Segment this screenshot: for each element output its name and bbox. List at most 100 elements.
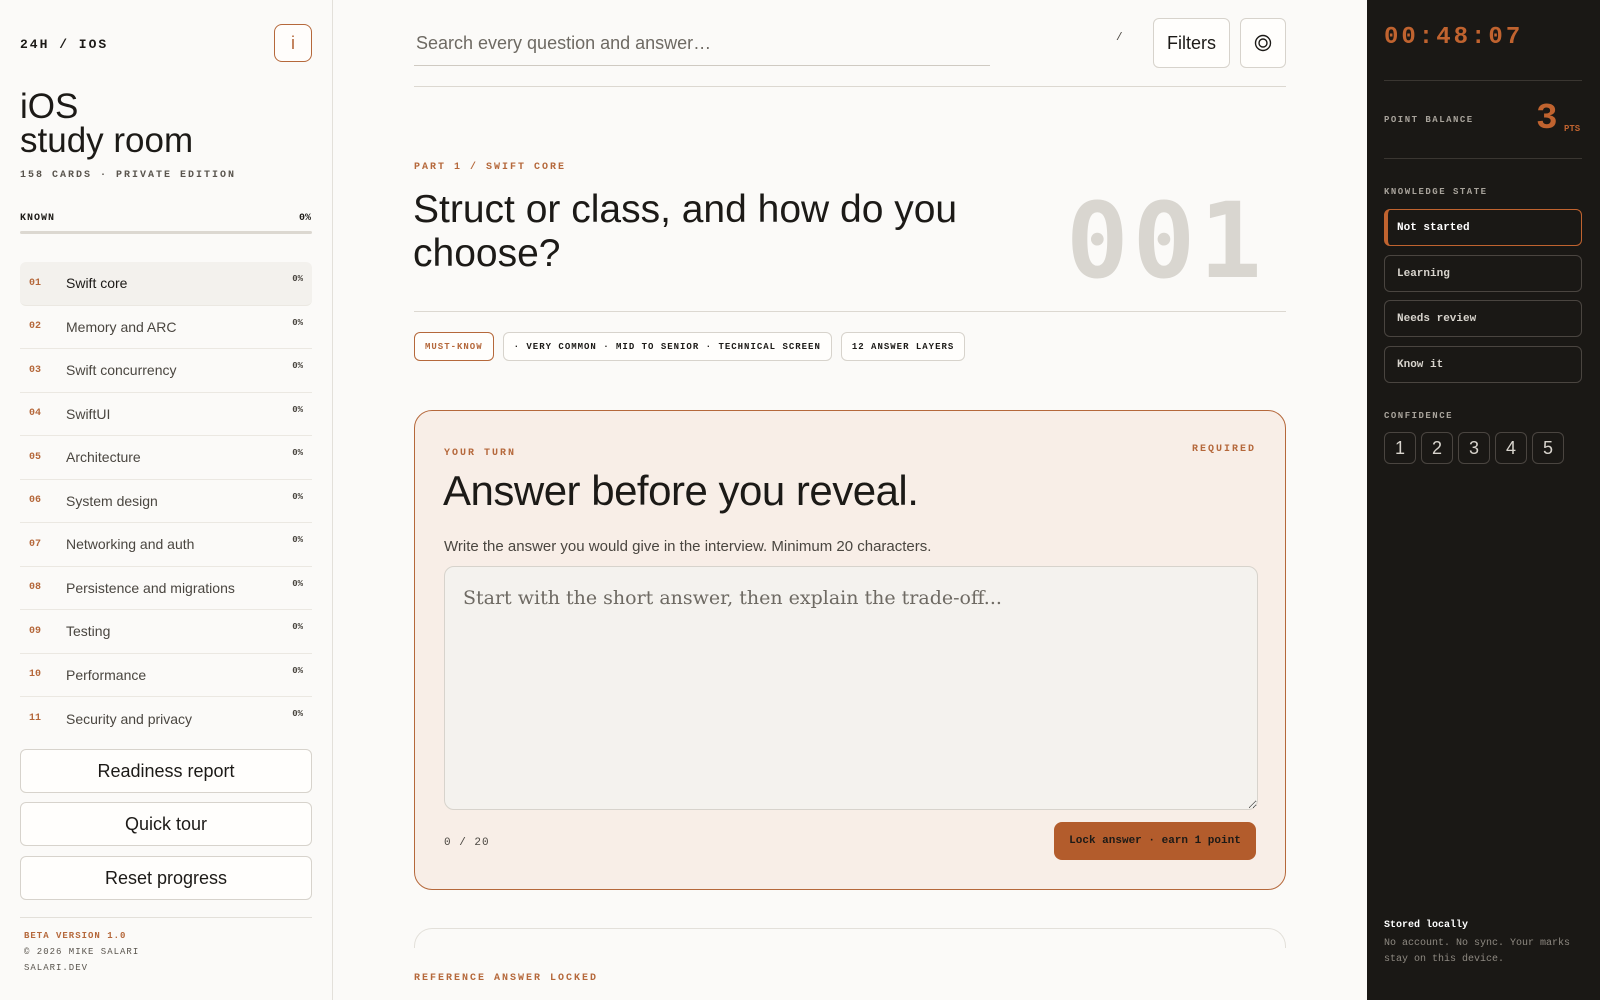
topic-item-testing[interactable]: 09 Testing 0% <box>20 610 312 654</box>
topic-item-performance[interactable]: 10 Performance 0% <box>20 654 312 697</box>
question-divider <box>414 311 1286 312</box>
answer-layers-badge: 12 ANSWER LAYERS <box>840 332 966 361</box>
known-label: KNOWN <box>20 213 56 224</box>
confidence-5-button[interactable]: 5 <box>1532 432 1564 464</box>
question-number: 001 <box>1066 180 1266 302</box>
topic-label: Networking and auth <box>66 536 195 553</box>
topic-label: Testing <box>66 623 111 640</box>
version-label: BETA VERSION 1.0 <box>24 931 127 941</box>
question-title: Struct or class, and how do you choose? <box>413 188 958 275</box>
topic-percent: 0% <box>292 317 303 328</box>
topic-item-persistence[interactable]: 08 Persistence and migrations 0% <box>20 567 312 610</box>
main-content: / Filters PART 1 / SWIFT CORE Struct or … <box>334 0 1366 1000</box>
state-needs-review-button[interactable]: Needs review <box>1384 300 1582 337</box>
reset-progress-button[interactable]: Reset progress <box>20 856 312 900</box>
reference-locked-label: REFERENCE ANSWER LOCKED <box>414 973 599 984</box>
answer-card-title: Answer before you reveal. <box>443 467 919 514</box>
topic-percent: 0% <box>292 622 303 632</box>
readiness-report-button[interactable]: Readiness report <box>20 749 312 793</box>
answer-textarea[interactable] <box>444 566 1258 810</box>
topic-label: System design <box>66 492 158 509</box>
panel-divider <box>1384 80 1582 81</box>
topic-item-security[interactable]: 11 Security and privacy 0% <box>20 697 312 741</box>
topic-number: 05 <box>29 451 42 463</box>
answer-card-description: Write the answer you would give in the i… <box>444 538 932 555</box>
topic-number: 06 <box>29 495 42 507</box>
search-shortcut-hint: / <box>1116 32 1123 44</box>
point-balance-value: 3 <box>1536 98 1558 139</box>
search-input[interactable] <box>414 33 990 54</box>
state-learning-button[interactable]: Learning <box>1384 255 1582 292</box>
state-not-started-button[interactable]: Not started <box>1384 209 1582 246</box>
point-balance-label: POINT BALANCE <box>1384 115 1474 125</box>
topic-item-memory-arc[interactable]: 02 Memory and ARC 0% <box>20 306 312 349</box>
confidence-4-button[interactable]: 4 <box>1495 432 1527 464</box>
topic-label: Security and privacy <box>66 710 193 727</box>
confidence-label: CONFIDENCE <box>1384 411 1454 421</box>
confidence-selector: 1 2 3 4 5 <box>1384 432 1564 464</box>
stored-locally-description: No account. No sync. Your marks stay on … <box>1384 938 1571 965</box>
topic-percent: 0% <box>292 578 303 589</box>
your-turn-label: YOUR TURN <box>444 448 517 459</box>
known-value: 0% <box>298 213 311 224</box>
topic-label: Persistence and migrations <box>66 579 235 596</box>
topic-label: Swift core <box>66 275 128 292</box>
app-title-line1: iOS <box>20 87 79 126</box>
info-button[interactable]: i <box>274 24 312 62</box>
topic-number: 09 <box>29 625 42 637</box>
filters-button[interactable]: Filters <box>1153 18 1230 68</box>
info-icon: i <box>291 32 295 53</box>
stored-locally-title: Stored locally <box>1384 920 1469 931</box>
app-subtitle: 158 CARDS · PRIVATE EDITION <box>20 170 237 181</box>
topic-label: Architecture <box>66 449 141 466</box>
app-title-line2: study room <box>20 121 194 160</box>
reference-card-edge <box>414 928 1286 948</box>
must-know-badge: MUST-KNOW <box>414 332 494 361</box>
topic-list: 01 Swift core 0% 02 Memory and ARC 0% 03… <box>20 262 312 741</box>
answer-card: YOUR TURN REQUIRED Answer before you rev… <box>414 410 1286 890</box>
question-tags: MUST-KNOW · VERY COMMON · MID TO SENIOR … <box>414 332 966 361</box>
topic-item-networking-auth[interactable]: 07 Networking and auth 0% <box>20 523 312 567</box>
knowledge-state-label: KNOWLEDGE STATE <box>1384 187 1488 197</box>
topic-item-swift-core[interactable]: 01 Swift core 0% <box>20 262 312 306</box>
confidence-3-button[interactable]: 3 <box>1458 432 1490 464</box>
topic-number: 01 <box>29 277 42 289</box>
focus-mode-button[interactable] <box>1240 18 1286 68</box>
topic-number: 10 <box>29 669 42 681</box>
sidebar: 24H / IOS i iOS study room 158 CARDS · P… <box>0 0 333 1000</box>
topic-label: Performance <box>66 666 147 683</box>
topic-number: 08 <box>29 582 42 594</box>
topic-number: 03 <box>29 364 42 376</box>
sidebar-divider <box>20 917 312 918</box>
confidence-2-button[interactable]: 2 <box>1421 432 1453 464</box>
topic-percent: 0% <box>292 448 303 458</box>
topic-percent: 0% <box>292 709 303 719</box>
topic-number: 04 <box>29 408 42 420</box>
session-timer: 00:48:07 <box>1384 24 1524 51</box>
topic-label: Memory and ARC <box>66 318 177 335</box>
topic-percent: 0% <box>292 404 303 415</box>
copyright-label: © 2026 MIKE SALARI <box>24 947 140 957</box>
lock-answer-button[interactable]: Lock answer · earn 1 point <box>1054 822 1256 860</box>
topic-label: Swift concurrency <box>66 362 177 379</box>
topic-item-swift-concurrency[interactable]: 03 Swift concurrency 0% <box>20 349 312 393</box>
status-panel: 00:48:07 POINT BALANCE 3 PTS KNOWLEDGE S… <box>1367 0 1600 1000</box>
quick-tour-button[interactable]: Quick tour <box>20 802 312 846</box>
topic-percent: 0% <box>292 274 303 284</box>
topic-percent: 0% <box>292 535 303 545</box>
meta-badge: · VERY COMMON · MID TO SENIOR · TECHNICA… <box>502 332 832 361</box>
search-bar <box>414 22 990 66</box>
character-counter: 0 / 20 <box>444 837 490 849</box>
site-link[interactable]: SALARI.DEV <box>24 963 88 973</box>
target-icon <box>1254 34 1272 52</box>
topic-item-system-design[interactable]: 06 System design 0% <box>20 480 312 523</box>
brand-label: 24H / IOS <box>20 37 109 52</box>
topic-percent: 0% <box>292 491 303 502</box>
topic-item-swiftui[interactable]: 04 SwiftUI 0% <box>20 393 312 436</box>
topic-item-architecture[interactable]: 05 Architecture 0% <box>20 436 312 480</box>
confidence-1-button[interactable]: 1 <box>1384 432 1416 464</box>
topic-percent: 0% <box>292 665 303 676</box>
panel-divider <box>1384 158 1582 159</box>
topic-percent: 0% <box>292 361 303 371</box>
state-know-it-button[interactable]: Know it <box>1384 346 1582 383</box>
